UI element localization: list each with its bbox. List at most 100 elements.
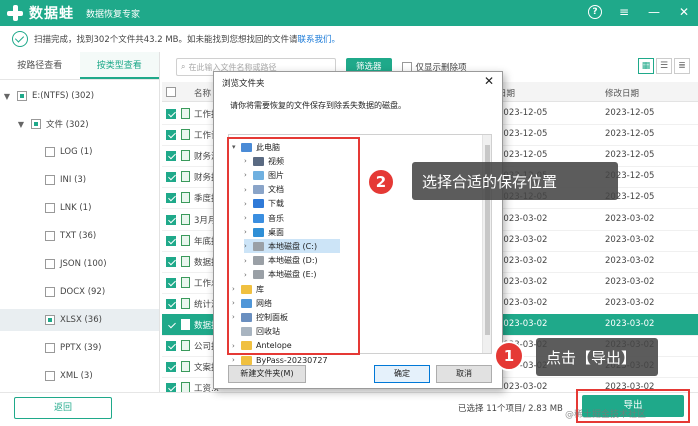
file-modified-date: 2023-03-02 <box>605 234 655 245</box>
tree-item-label: TXT (36) <box>60 231 97 241</box>
tree-item-label: XLSX (36) <box>60 315 102 325</box>
tree-checkbox[interactable] <box>45 231 55 241</box>
browse-folder-dialog: 浏览文件夹 ✕ 请你将需要恢复的文件保存到除丢失数据的磁盘。 ▾ 此电脑 › 视频 › 图… <box>213 71 503 389</box>
row-checkbox[interactable] <box>166 341 176 352</box>
tree-item-files[interactable]: ▼ 文件 (302) <box>16 114 89 134</box>
tree-item-lnk[interactable]: LNK (1) <box>40 198 91 218</box>
app-logo: 数据蛙 <box>6 3 74 23</box>
file-modified-date: 2023-03-02 <box>605 255 655 266</box>
dialog-title: 浏览文件夹 <box>222 79 265 89</box>
tab-by-path[interactable]: 按路径查看 <box>0 52 80 79</box>
tree-item-docx[interactable]: DOCX (92) <box>40 282 105 302</box>
tree-item-json[interactable]: JSON (100) <box>40 254 107 274</box>
column-name[interactable]: 名称 <box>194 87 211 99</box>
select-all-checkbox[interactable] <box>166 87 176 97</box>
file-date: 2023-03-02 <box>498 234 548 245</box>
tree-item-drive-e[interactable]: ▼ E:(NTFS) (302) <box>2 86 94 106</box>
xlsx-file-icon <box>181 108 190 119</box>
file-date: 2023-12-05 <box>498 108 548 118</box>
tree-item-log[interactable]: LOG (1) <box>40 142 92 162</box>
file-modified-date: 2023-03-02 <box>605 297 655 308</box>
tree-item-xml[interactable]: XML (3) <box>40 366 93 386</box>
contact-us-link[interactable]: 联系我们。 <box>298 33 341 45</box>
row-checkbox[interactable] <box>166 172 176 183</box>
file-date: 2023-12-05 <box>498 150 548 161</box>
file-date: 2023-03-02 <box>498 382 548 393</box>
row-checkbox[interactable] <box>166 193 176 204</box>
dialog-close-icon[interactable]: ✕ <box>484 74 494 88</box>
tree-checkbox[interactable] <box>45 371 55 381</box>
tree-checkbox[interactable] <box>45 147 55 157</box>
row-checkbox[interactable] <box>166 298 176 309</box>
column-modified-date[interactable]: 修改日期 <box>605 87 639 99</box>
file-modified-date: 2023-03-02 <box>605 319 655 329</box>
tab-by-type[interactable]: 按类型查看 <box>79 52 159 79</box>
chevron-down-icon[interactable]: ▼ <box>2 92 12 101</box>
minimize-icon[interactable]: — <box>646 4 662 20</box>
tree-checkbox[interactable] <box>45 175 55 185</box>
xlsx-file-icon <box>181 361 190 373</box>
row-checkbox[interactable] <box>166 320 176 330</box>
scan-status-bar: 扫描完成，找到302个文件共43.2 MB。如未能找到您想找回的文件请 联系我们… <box>0 26 698 52</box>
xlsx-file-icon <box>181 276 190 288</box>
selected-info: 已选择 11个项目/ 2.83 MB <box>458 404 563 414</box>
tree-item-label: JSON (100) <box>60 259 107 269</box>
tree-checkbox[interactable] <box>17 91 27 101</box>
xlsx-file-icon <box>181 319 190 330</box>
window-controls: ? ≡ — ✕ <box>588 4 692 20</box>
list-view-icon[interactable]: ☰ <box>656 58 672 74</box>
folder-icon <box>241 355 252 365</box>
row-checkbox[interactable] <box>166 256 176 267</box>
expand-arrow-icon[interactable]: › <box>232 356 241 364</box>
back-button[interactable]: 返回 <box>14 397 112 419</box>
tree-checkbox[interactable] <box>31 119 41 129</box>
xlsx-file-icon <box>181 297 190 309</box>
xlsx-file-icon <box>181 129 190 141</box>
title-bar: 数据蛙 数据恢复专家 ? ≡ — ✕ <box>0 0 698 26</box>
view-tabs: 按路径查看 按类型查看 <box>0 52 159 80</box>
row-checkbox[interactable] <box>166 130 176 141</box>
new-folder-button[interactable]: 新建文件夹(M) <box>228 365 306 383</box>
tree-checkbox[interactable] <box>45 287 55 297</box>
tree-item-label: DOCX (92) <box>60 287 106 297</box>
tree-item-label: PPTX (39) <box>60 343 102 353</box>
cancel-button[interactable]: 取消 <box>436 365 492 383</box>
logo-text: 数据蛙 <box>29 6 74 22</box>
folder-tree-node-label: ByPass-20230727 <box>256 355 328 365</box>
file-modified-date: 2023-03-02 <box>605 213 655 224</box>
xlsx-file-icon <box>181 150 190 162</box>
tree-checkbox[interactable] <box>45 343 55 353</box>
ok-button[interactable]: 确定 <box>374 365 430 383</box>
row-checkbox[interactable] <box>166 214 176 225</box>
tree-item-ini[interactable]: INI (3) <box>40 170 86 190</box>
xlsx-file-icon <box>181 213 190 225</box>
row-checkbox[interactable] <box>166 109 176 119</box>
callout-step-2-number: 2 <box>367 168 395 196</box>
tree-item-xlsx[interactable]: XLSX (36) <box>0 309 159 331</box>
scan-result-text: 扫描完成，找到302个文件共43.2 MB。如未能找到您想找回的文件请 <box>34 35 298 45</box>
file-date: 2023-12-05 <box>498 129 548 140</box>
row-checkbox[interactable] <box>166 235 176 246</box>
close-icon[interactable]: ✕ <box>676 4 692 20</box>
xlsx-file-icon <box>181 340 190 352</box>
callout-step-1-number: 1 <box>494 341 524 371</box>
xlsx-file-icon <box>181 234 190 246</box>
row-checkbox[interactable] <box>166 362 176 373</box>
menu-icon[interactable]: ≡ <box>616 4 632 20</box>
file-modified-date: 2023-12-05 <box>605 108 655 118</box>
detail-view-icon[interactable]: ≣ <box>674 58 690 74</box>
row-checkbox[interactable] <box>166 277 176 288</box>
tree-item-txt[interactable]: TXT (36) <box>40 226 96 246</box>
tree-checkbox[interactable] <box>45 259 55 269</box>
tree-checkbox[interactable] <box>45 203 55 213</box>
save-location-highlight <box>227 137 360 355</box>
tree-item-pptx[interactable]: PPTX (39) <box>40 338 101 358</box>
check-circle-icon <box>12 31 28 47</box>
row-checkbox[interactable] <box>166 151 176 162</box>
app-subtitle: 数据恢复专家 <box>86 9 141 20</box>
grid-view-icon[interactable]: ▦ <box>638 58 654 74</box>
tree-checkbox[interactable] <box>45 315 55 325</box>
chevron-down-icon[interactable]: ▼ <box>16 120 26 129</box>
help-icon[interactable]: ? <box>588 5 602 19</box>
bottom-bar: 返回 已选择 11个项目/ 2.83 MB 导出 @稀土掘金技术社区 <box>0 389 698 426</box>
